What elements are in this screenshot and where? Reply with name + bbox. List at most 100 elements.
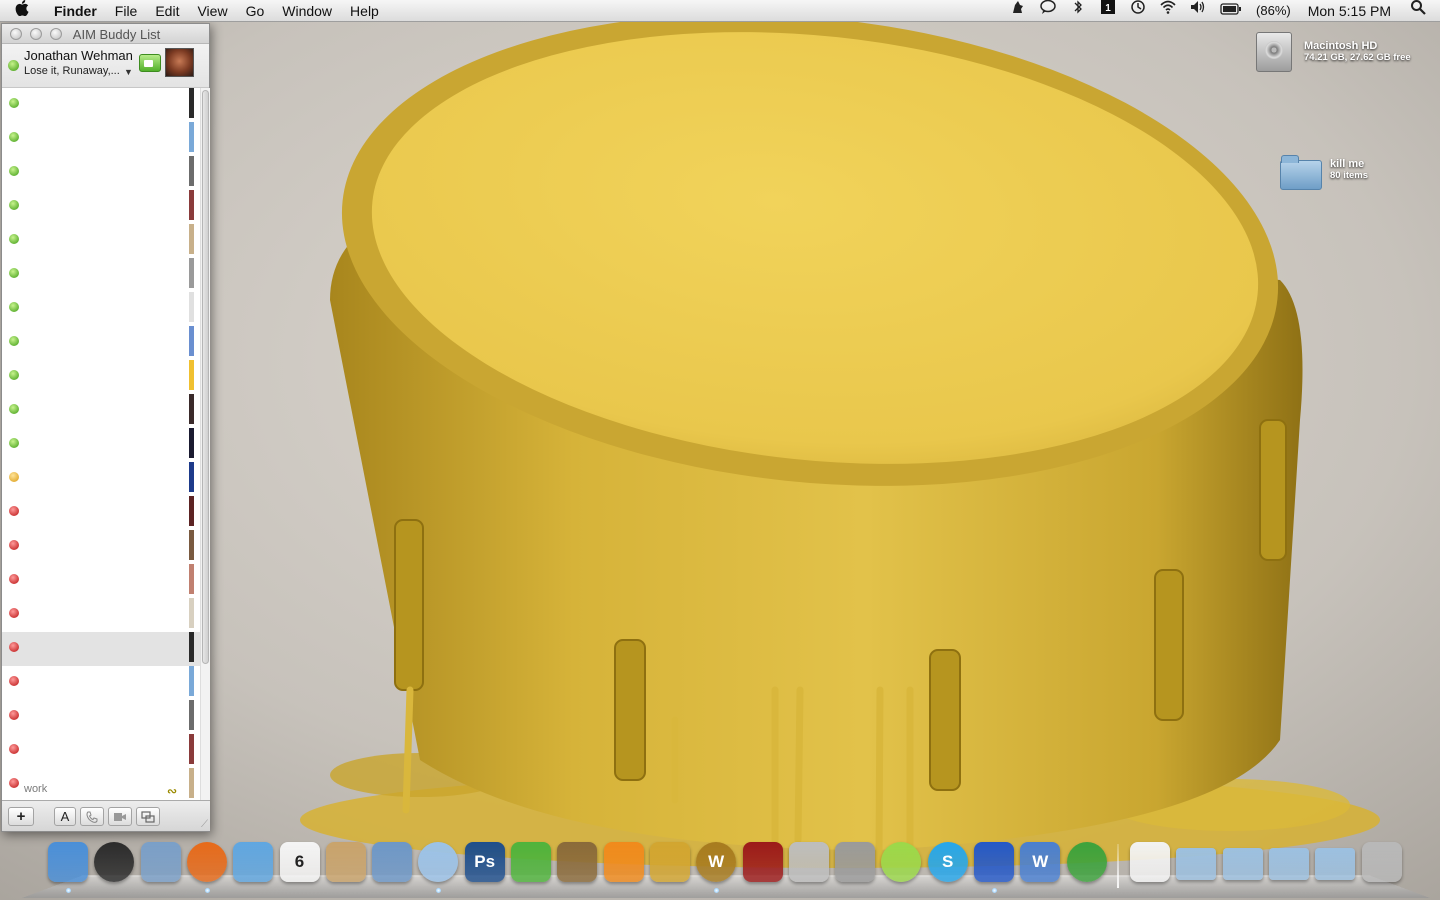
my-status-indicator[interactable]: [8, 60, 19, 71]
speech-bubble-icon[interactable]: [1033, 0, 1063, 22]
lime-icon[interactable]: [881, 842, 922, 882]
leaf-icon[interactable]: [511, 842, 551, 882]
menu-app-finder[interactable]: Finder: [44, 0, 106, 22]
menu-window[interactable]: Window: [273, 0, 341, 22]
camera-icon[interactable]: [557, 842, 598, 882]
growl-icon[interactable]: [1003, 0, 1033, 22]
screen-name: Jonathan Wehman: [24, 48, 133, 63]
buddy-row[interactable]: [2, 496, 200, 530]
preview-icon[interactable]: [140, 842, 181, 882]
spotlight-icon[interactable]: [1403, 0, 1440, 22]
buddy-row[interactable]: [2, 156, 200, 190]
buddy-row[interactable]: [2, 394, 200, 428]
add-buddy-button[interactable]: +: [8, 807, 34, 826]
buddy-row[interactable]: [2, 598, 200, 632]
buddy-status-available-icon: [9, 98, 19, 108]
send-im-button[interactable]: A: [54, 807, 76, 826]
pineapple-icon[interactable]: [649, 842, 690, 882]
video-camera-icon[interactable]: [139, 54, 161, 72]
downloads-folder-icon[interactable]: [1268, 848, 1309, 880]
documents-folder-icon[interactable]: [1176, 848, 1217, 880]
menu-clock[interactable]: Mon 5:15 PM: [1298, 0, 1403, 22]
frog-icon[interactable]: [974, 842, 1014, 882]
volume-icon[interactable]: [1183, 0, 1213, 22]
buddy-row[interactable]: [2, 122, 200, 156]
resize-grip[interactable]: ⟋: [201, 819, 208, 830]
applications-folder-icon[interactable]: [1222, 848, 1263, 880]
sync-icon[interactable]: [1066, 842, 1107, 882]
pen-icon[interactable]: [788, 842, 829, 882]
buddy-row[interactable]: [2, 326, 200, 360]
buddy-row[interactable]: [2, 462, 200, 496]
battery-percentage[interactable]: (86%): [1249, 0, 1298, 22]
menu-extras: 1 (86%) Mon 5:15 PM: [1003, 0, 1440, 22]
bluetooth-icon[interactable]: [1063, 0, 1093, 22]
scrollbar-thumb[interactable]: [202, 90, 209, 664]
video-icon[interactable]: [108, 807, 132, 826]
gear-icon[interactable]: [835, 842, 876, 882]
status-message[interactable]: Lose it, Runaway,...: [24, 65, 120, 77]
home-icon[interactable]: [1130, 842, 1170, 882]
macintosh-hd-icon[interactable]: Macintosh HD 74.21 GB, 27.62 GB free: [1256, 32, 1436, 76]
folder-icon[interactable]: [1315, 848, 1356, 880]
buddy-icon-thumbnail: [189, 564, 194, 594]
buddy-icon-thumbnail: [189, 428, 194, 458]
iphoto-icon[interactable]: [372, 842, 413, 882]
dashboard-icon[interactable]: [94, 842, 135, 882]
share-screen-icon[interactable]: [136, 807, 160, 826]
buddy-row[interactable]: [2, 530, 200, 564]
menu-go[interactable]: Go: [237, 0, 274, 22]
ical-icon[interactable]: 6: [279, 842, 320, 882]
front-row-icon[interactable]: [742, 842, 783, 882]
buddy-row[interactable]: [2, 700, 200, 734]
buddy-row[interactable]: [2, 258, 200, 292]
menu-view[interactable]: View: [188, 0, 236, 22]
wow-icon[interactable]: W: [696, 842, 737, 882]
group-label[interactable]: work: [24, 783, 47, 795]
buddy-row[interactable]: [2, 428, 200, 462]
menu-edit[interactable]: Edit: [146, 0, 188, 22]
time-machine-icon[interactable]: [1123, 0, 1153, 22]
avatar[interactable]: [165, 48, 194, 77]
window-titlebar[interactable]: AIM Buddy List: [2, 24, 209, 44]
buddy-row[interactable]: [2, 360, 200, 394]
photoshop-icon[interactable]: Ps: [464, 842, 505, 882]
buddy-row[interactable]: [2, 292, 200, 326]
battery-icon[interactable]: [1213, 0, 1249, 22]
menu-file[interactable]: File: [106, 0, 147, 22]
buddy-status-available-icon: [9, 166, 19, 176]
menu-help[interactable]: Help: [341, 0, 388, 22]
vlc-icon[interactable]: [603, 842, 644, 882]
kill-me-folder-icon[interactable]: kill me 80 items: [1280, 155, 1400, 196]
firefox-icon[interactable]: [186, 842, 227, 882]
buddy-row[interactable]: [2, 224, 200, 258]
buddy-row[interactable]: [2, 88, 200, 122]
word-icon[interactable]: W: [1020, 842, 1061, 882]
buddy-icon-thumbnail: [189, 258, 194, 288]
buddy-row[interactable]: [2, 564, 200, 598]
itunes-icon[interactable]: [418, 842, 459, 882]
buddy-row[interactable]: [2, 632, 200, 666]
finder-icon[interactable]: [48, 842, 88, 882]
buddy-status-offline-icon: [9, 744, 19, 754]
buddy-row[interactable]: [2, 666, 200, 700]
address-book-icon[interactable]: [325, 842, 366, 882]
buddy-icon-thumbnail: [189, 394, 194, 424]
buddy-status-available-icon: [9, 132, 19, 142]
trash-icon[interactable]: [1361, 842, 1402, 882]
apple-icon[interactable]: [0, 0, 44, 21]
buddy-icon-thumbnail: [189, 88, 194, 118]
phone-icon[interactable]: [80, 807, 104, 826]
buddy-row[interactable]: [2, 734, 200, 768]
buddy-row[interactable]: [2, 190, 200, 224]
buddy-status-available-icon: [9, 438, 19, 448]
ichat-icon[interactable]: [233, 842, 274, 882]
buddy-status-offline-icon: [9, 574, 19, 584]
chevron-down-icon[interactable]: ▼: [124, 67, 133, 77]
skype-icon[interactable]: S: [927, 842, 968, 882]
spaces-icon[interactable]: 1: [1093, 0, 1123, 22]
wifi-icon[interactable]: [1153, 0, 1183, 22]
scrollbar[interactable]: [200, 88, 210, 800]
buddy-icon-thumbnail: [189, 156, 194, 186]
buddy-icon-thumbnail: [189, 632, 194, 662]
